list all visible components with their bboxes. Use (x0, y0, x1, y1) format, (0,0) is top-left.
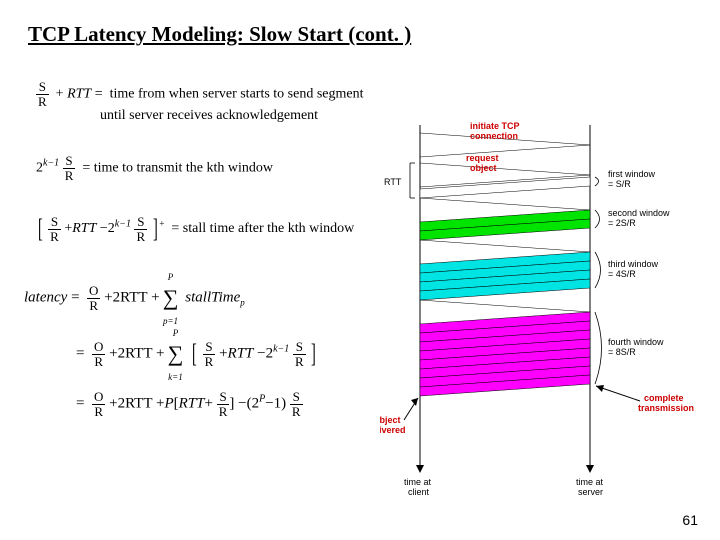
time-client-a: time at (404, 477, 432, 487)
init-tcp-a: initiate TCP (470, 121, 520, 131)
eq-latency-line1: latency = OR +2RTT +P∑p=1 stallTimep (24, 280, 245, 316)
init-tcp-b: connection (470, 131, 518, 141)
slide-title: TCP Latency Modeling: Slow Start (cont. … (28, 22, 411, 47)
eq-sr-rtt: SR + RTT = time from when server starts … (36, 80, 364, 108)
req-a: request (466, 153, 499, 163)
win3-label-b: = 4S/R (608, 269, 636, 279)
eq-latency-line3: = OR +2RTT +P[RTT+ SR] −(2P−1) SR (76, 390, 303, 418)
eq-sr-rtt-line2: until server receives acknowledgement (100, 108, 318, 124)
win3-label-a: third window (608, 259, 659, 269)
eq-kth-window: 2k−1 SR = time to transmit the kth windo… (36, 154, 273, 182)
rtt-label: RTT (384, 177, 402, 187)
time-client-b: client (408, 487, 430, 495)
win4-label-b: = 8S/R (608, 347, 636, 357)
time-server-a: time at (576, 477, 604, 487)
slowstart-diagram: RTT first window = S/R second window = 2… (380, 115, 700, 495)
win2-label-b: = 2S/R (608, 218, 636, 228)
delivered-b: delivered (380, 425, 406, 435)
page-number: 61 (682, 512, 698, 528)
delivered-a: object (380, 415, 401, 425)
win4-label-a: fourth window (608, 337, 664, 347)
win2-label-a: second window (608, 208, 670, 218)
complete-b: transmission (638, 403, 694, 413)
eq-stall-time: [ SR +RTT −2k−1 SR ]+ = stall time after… (36, 214, 354, 244)
win1-label-b: = S/R (608, 179, 631, 189)
eq-latency-line2: = OR +2RTT +P∑k=1 [ SR +RTT −2k−1 SR ] (76, 336, 318, 372)
req-b: object (470, 163, 497, 173)
win1-label-a: first window (608, 169, 656, 179)
complete-a: complete (644, 393, 684, 403)
time-server-b: server (578, 487, 603, 495)
